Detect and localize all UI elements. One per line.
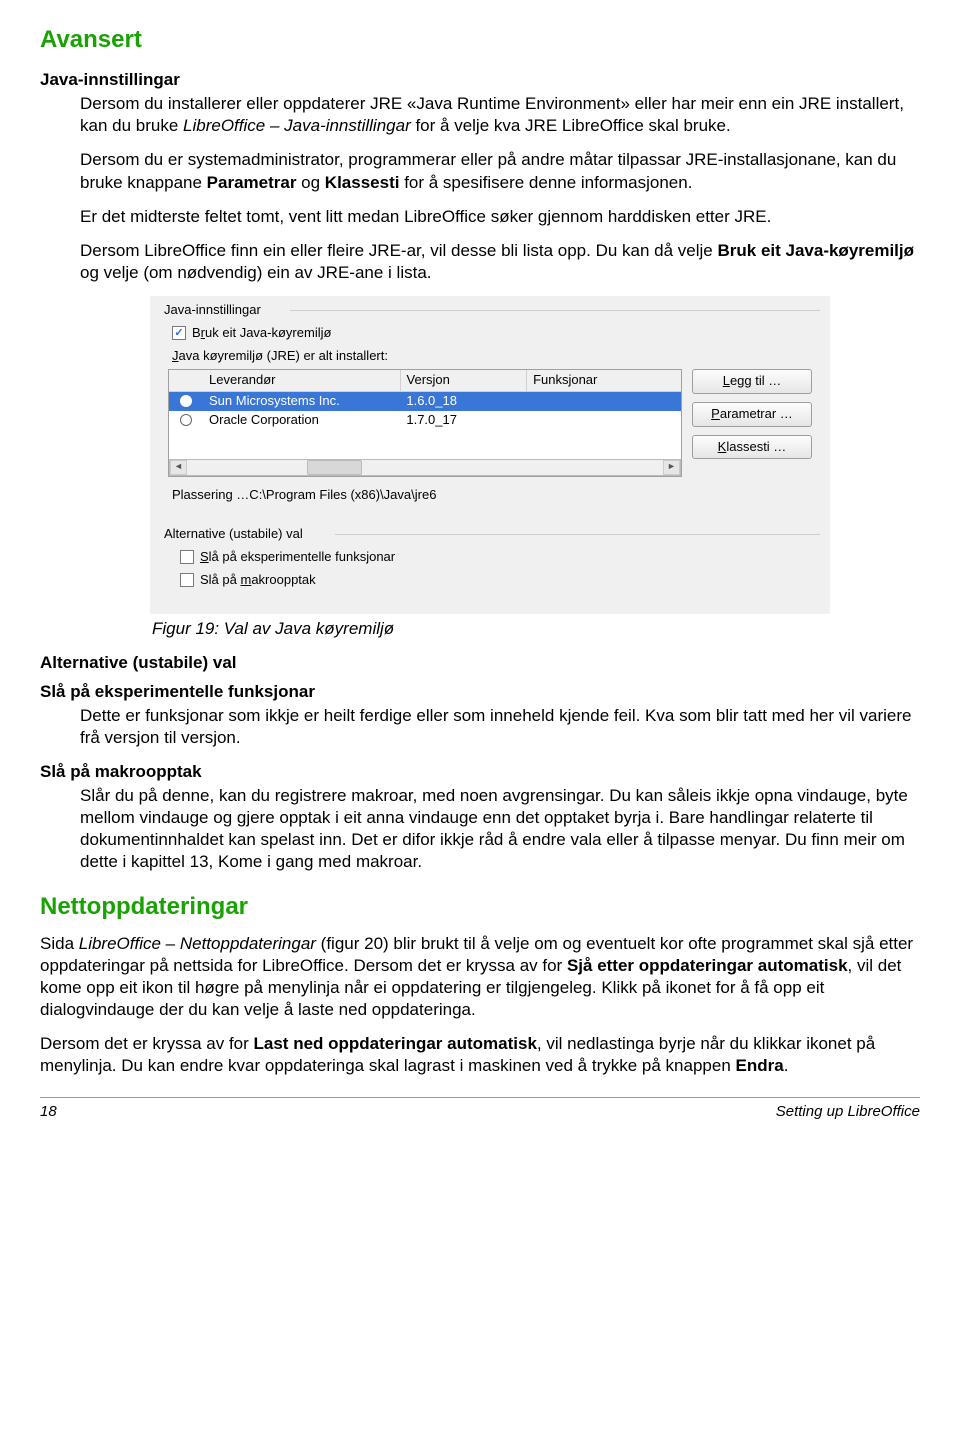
subhead-experimental: Slå på eksperimentelle funksjonar xyxy=(40,681,920,703)
heading-netupdates: Nettoppdateringar xyxy=(40,891,920,922)
scroll-thumb[interactable] xyxy=(307,460,362,475)
checkbox-icon xyxy=(180,573,194,587)
checkbox-use-jre[interactable]: Bruk eit Java-køyremiljø xyxy=(172,325,812,342)
col-version: Versjon xyxy=(401,370,528,391)
group-alternative: Alternative (ustabile) val Slå på eksper… xyxy=(160,532,820,605)
group-label-java: Java-innstillingar xyxy=(160,302,265,319)
footer-title: Setting up LibreOffice xyxy=(776,1102,920,1122)
horizontal-scrollbar[interactable]: ◄ ► xyxy=(169,459,681,476)
radio-icon xyxy=(180,395,192,407)
subhead-alternative: Alternative (ustabile) val xyxy=(40,652,920,674)
jre-list-header: Leverandør Versjon Funksjonar xyxy=(169,370,681,392)
checkbox-icon xyxy=(172,326,186,340)
checkbox-icon xyxy=(180,550,194,564)
group-label-alternative: Alternative (ustabile) val xyxy=(160,526,307,543)
page-number: 18 xyxy=(40,1102,57,1122)
group-java-settings: Java-innstillingar Bruk eit Java-køyremi… xyxy=(160,308,820,514)
add-button[interactable]: Legg til … xyxy=(692,369,812,394)
para-jre-3: Er det midterste feltet tomt, vent litt … xyxy=(40,206,920,228)
scroll-left-icon[interactable]: ◄ xyxy=(170,460,187,475)
para-net-2: Dersom det er kryssa av for Last ned opp… xyxy=(40,1033,920,1077)
jre-row[interactable]: Sun Microsystems Inc. 1.6.0_18 xyxy=(169,392,681,411)
para-jre-2: Dersom du er systemadministrator, progra… xyxy=(40,149,920,193)
subhead-java: Java-innstillingar xyxy=(40,69,920,91)
parameters-button[interactable]: Parametrar … xyxy=(692,402,812,427)
radio-icon xyxy=(180,414,192,426)
figure-caption: Figur 19: Val av Java køyremiljø xyxy=(40,618,920,640)
jre-row[interactable]: Oracle Corporation 1.7.0_17 xyxy=(169,411,681,430)
scroll-right-icon[interactable]: ► xyxy=(663,460,680,475)
jre-location-label: Plassering …C:\Program Files (x86)\Java\… xyxy=(168,487,682,504)
page-footer: 18 Setting up LibreOffice xyxy=(40,1097,920,1122)
checkbox-macro-record[interactable]: Slå på makroopptak xyxy=(180,572,812,589)
checkbox-experimental-label: Slå på eksperimentelle funksjonar xyxy=(200,549,395,566)
checkbox-experimental[interactable]: Slå på eksperimentelle funksjonar xyxy=(180,549,812,566)
col-vendor: Leverandør xyxy=(203,370,401,391)
col-features: Funksjonar xyxy=(527,370,681,391)
para-net-1: Sida LibreOffice – Nettoppdateringar (fi… xyxy=(40,933,920,1021)
jre-installed-label: Java køyremiljø (JRE) er alt installert: xyxy=(172,348,812,365)
checkbox-macro-record-label: Slå på makroopptak xyxy=(200,572,316,589)
subhead-macro: Slå på makroopptak xyxy=(40,761,920,783)
para-jre-1: Dersom du installerer eller oppdaterer J… xyxy=(40,93,920,137)
heading-avansert: Avansert xyxy=(40,24,920,55)
para-jre-4: Dersom LibreOffice finn ein eller fleire… xyxy=(40,240,920,284)
checkbox-use-jre-label: Bruk eit Java-køyremiljø xyxy=(192,325,331,342)
para-macro: Slår du på denne, kan du registrere makr… xyxy=(40,785,920,873)
para-experimental: Dette er funksjonar som ikkje er heilt f… xyxy=(40,705,920,749)
figure-java-dialog: Java-innstillingar Bruk eit Java-køyremi… xyxy=(150,296,830,614)
jre-listbox[interactable]: Leverandør Versjon Funksjonar Sun Micros… xyxy=(168,369,682,477)
classpath-button[interactable]: Klassesti … xyxy=(692,435,812,460)
